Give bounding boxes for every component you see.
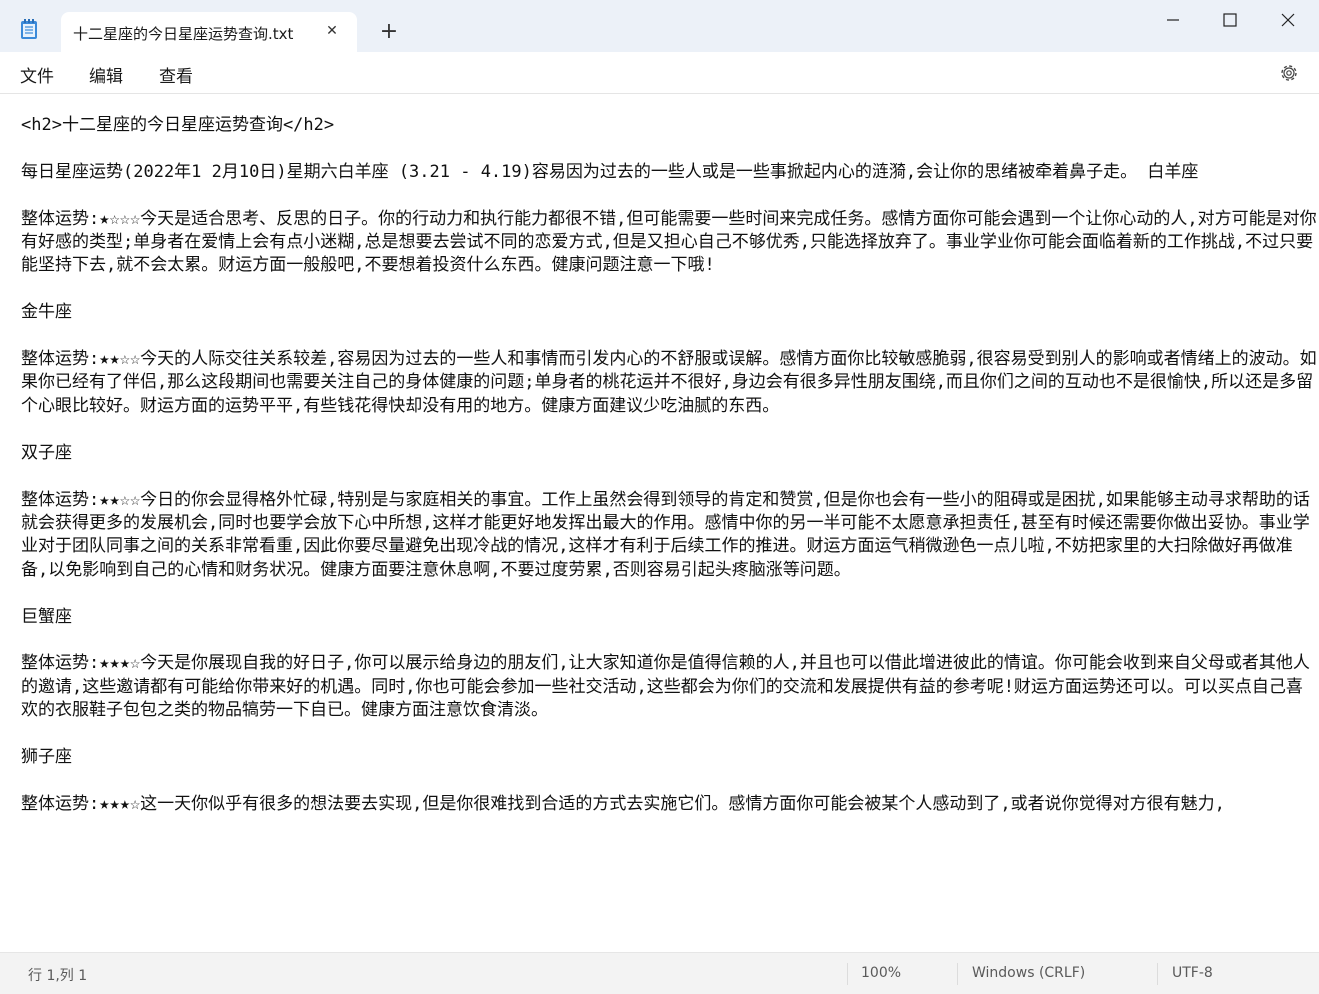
text-editor[interactable]: <h2>十二星座的今日星座运势查询</h2> 每日星座运势(2022年1 2月1… (0, 94, 1319, 952)
menu-bar: 文件 编辑 查看 (0, 52, 1319, 94)
status-divider (847, 963, 848, 985)
status-divider (1157, 963, 1158, 985)
maximize-button[interactable] (1205, 4, 1255, 36)
close-tab-icon[interactable]: ✕ (323, 22, 341, 40)
new-tab-button[interactable]: + (379, 21, 399, 43)
status-bar: 行 1,列 1 100% Windows (CRLF) UTF-8 (0, 952, 1319, 994)
document-text: <h2>十二星座的今日星座运势查询</h2> 每日星座运势(2022年1 2月1… (21, 115, 1317, 814)
line-ending: Windows (CRLF) (972, 965, 1086, 981)
cursor-position: 行 1,列 1 (28, 968, 88, 984)
tab-title: 十二星座的今日星座运势查询.txt (73, 25, 294, 43)
document-tab[interactable]: 十二星座的今日星座运势查询.txt ✕ (61, 12, 357, 52)
minimize-button[interactable] (1148, 4, 1198, 36)
zoom-level: 100% (861, 965, 902, 981)
close-window-button[interactable] (1263, 4, 1313, 36)
menu-file[interactable]: 文件 (20, 62, 54, 87)
gear-icon[interactable] (1278, 62, 1300, 84)
notepad-icon (21, 19, 37, 39)
encoding: UTF-8 (1172, 965, 1213, 981)
menu-edit[interactable]: 编辑 (89, 62, 123, 87)
menu-view[interactable]: 查看 (159, 62, 193, 87)
title-bar: 十二星座的今日星座运势查询.txt ✕ + (0, 0, 1319, 52)
status-divider (957, 963, 958, 985)
